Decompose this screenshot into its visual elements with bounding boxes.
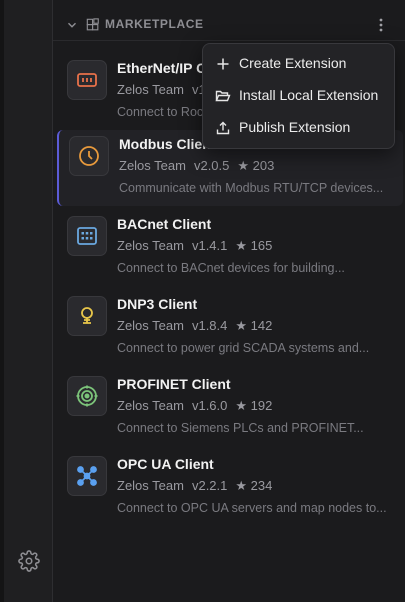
activity-bar — [0, 0, 53, 602]
extension-version: v1.8.4 — [191, 318, 228, 333]
extension-icon-box — [69, 136, 109, 176]
window-edge — [0, 0, 4, 602]
extension-author: Zelos Team — [119, 158, 186, 173]
extensions-icon — [86, 18, 99, 31]
lightbulb-icon — [81, 307, 93, 324]
extension-name: OPC UA Client — [117, 456, 214, 472]
extension-description: Connect to BACnet devices for building..… — [117, 261, 345, 275]
extension-description: Connect to power grid SCADA systems and.… — [117, 341, 370, 355]
extension-name: BACnet Client — [117, 216, 212, 232]
extension-stars: 192 — [250, 398, 273, 413]
extension-item-profinet[interactable]: PROFINET Client Zelos Team v1.6.0 ★ 192 Co… — [57, 370, 401, 446]
extension-author: Zelos Team — [117, 478, 184, 493]
extension-icon-box — [67, 376, 107, 416]
menu-item-label: Create Extension — [239, 55, 347, 71]
extension-name: PROFINET Client — [117, 376, 231, 392]
extension-icon-box — [67, 296, 107, 336]
extension-icon-box — [67, 216, 107, 256]
chevron-down-icon[interactable] — [65, 18, 79, 32]
upload-icon — [216, 121, 230, 135]
extension-meta: Zelos Team v1.8.4 ★ 142 — [117, 318, 272, 334]
extension-name: Modbus Client — [119, 136, 216, 152]
extension-icon-box — [67, 60, 107, 100]
menu-item-label: Publish Extension — [239, 119, 351, 135]
extension-description: Connect to Siemens PLCs and PROFINET... — [117, 421, 364, 435]
extension-author: Zelos Team — [117, 318, 184, 333]
extension-version: v2.2.1 — [191, 478, 228, 493]
star-icon: ★ — [235, 478, 248, 493]
menu-item-label: Install Local Extension — [239, 87, 379, 103]
extension-author: Zelos Team — [117, 238, 184, 253]
grid-panel-icon — [77, 227, 97, 245]
extension-stars: 142 — [250, 318, 273, 333]
extension-author: Zelos Team — [117, 398, 184, 413]
extension-description: Connect to OPC UA servers and map nodes … — [117, 501, 387, 515]
more-vertical-icon[interactable] — [373, 17, 389, 33]
extension-icon-box — [67, 456, 107, 496]
extension-stars: 234 — [250, 478, 273, 493]
marketplace-context-menu: Create Extension Install Local Extension… — [202, 43, 395, 149]
menu-item-install-local-extension[interactable]: Install Local Extension — [203, 80, 394, 112]
extension-name: EtherNet/IP C — [117, 60, 207, 76]
extension-version: v2.0.5 — [193, 158, 230, 173]
extension-meta: Zelos Team v2.0.5 ★ 203 — [119, 158, 274, 174]
target-icon — [76, 385, 98, 407]
extension-version: v1.6.0 — [191, 398, 228, 413]
clock-icon — [79, 146, 99, 166]
menu-item-create-extension[interactable]: Create Extension — [203, 48, 394, 80]
network-nodes-icon — [77, 466, 97, 486]
extension-item-opc-ua[interactable]: OPC UA Client Zelos Team v2.2.1 ★ 234 Conn… — [57, 450, 401, 526]
extension-version: v1.4.1 — [191, 238, 228, 253]
folder-open-icon — [215, 90, 231, 102]
menu-item-publish-extension[interactable]: Publish Extension — [203, 112, 394, 144]
extension-meta: Zelos Team v1.4.1 ★ 165 — [117, 238, 272, 254]
star-icon: ★ — [237, 158, 250, 173]
extension-meta: Zelos Team v1 — [117, 82, 206, 97]
star-icon: ★ — [235, 318, 248, 333]
extension-stars: 203 — [252, 158, 275, 173]
star-icon: ★ — [235, 238, 248, 253]
plus-icon — [217, 58, 229, 70]
gear-icon[interactable] — [18, 550, 40, 572]
ethernet-icon — [77, 73, 97, 87]
extension-stars: 165 — [250, 238, 273, 253]
header-divider — [53, 40, 405, 41]
extension-name: DNP3 Client — [117, 296, 198, 312]
extension-author: Zelos Team — [117, 82, 184, 97]
extension-item-bacnet[interactable]: BACnet Client Zelos Team v1.4.1 ★ 165 Conn… — [57, 210, 401, 286]
extension-meta: Zelos Team v1.6.0 ★ 192 — [117, 398, 272, 414]
section-header[interactable]: MARKETPLACE — [53, 10, 405, 40]
section-title: MARKETPLACE — [105, 17, 204, 31]
extension-meta: Zelos Team v2.2.1 ★ 234 — [117, 478, 272, 494]
extension-description: Communicate with Modbus RTU/TCP devices.… — [119, 181, 384, 195]
star-icon: ★ — [235, 398, 248, 413]
extension-item-dnp3[interactable]: DNP3 Client Zelos Team v1.8.4 ★ 142 Connec… — [57, 290, 401, 366]
